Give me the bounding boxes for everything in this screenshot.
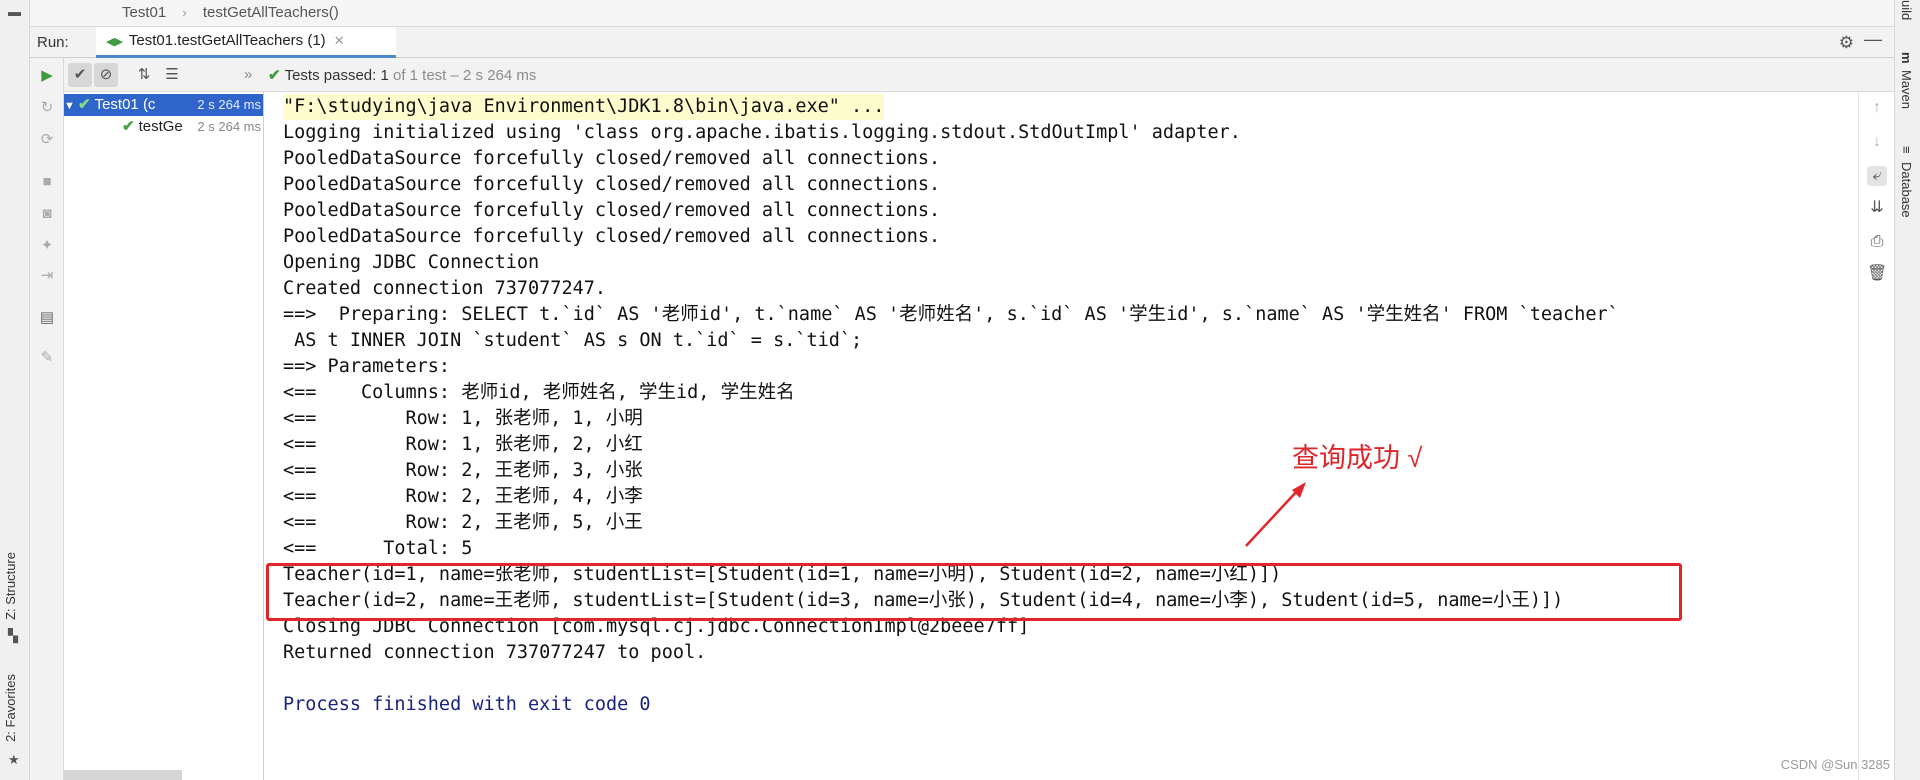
right-tool-stripe: uild m Maven ≡ Database: [1894, 0, 1920, 780]
console-line: ==> Parameters:: [283, 356, 462, 377]
database-icon: ≡: [1899, 146, 1914, 154]
console-line: <== Row: 2, 王老师, 3, 小张: [283, 460, 643, 481]
rerun-icon[interactable]: ▶: [37, 66, 57, 86]
console-line: <== Row: 2, 王老师, 4, 小李: [283, 486, 643, 507]
more-icon[interactable]: »: [236, 63, 260, 87]
run-label: Run:: [37, 34, 69, 51]
console-line: "F:\studying\java Environment\JDK1.8\bin…: [283, 94, 885, 120]
chevron-right-icon: ›: [182, 5, 187, 20]
star-icon: ★: [8, 752, 20, 767]
console-line: Logging initialized using 'class org.apa…: [283, 122, 1241, 143]
check-icon: ✔: [268, 67, 281, 84]
console-toolbar: ↑ ↓ ⤶ ⇊ ⎙ 🗑: [1858, 92, 1894, 780]
run-actions-column: ▶ ↻ ⟳ ■ ◙ ✦ ⇥ ▤ ✎: [30, 58, 64, 780]
tree-item-test-method[interactable]: ✔ testGe 2 s 264 ms: [64, 116, 263, 138]
breadcrumb-item-class[interactable]: Test01: [122, 0, 166, 26]
console-line: <== Row: 1, 张老师, 2, 小红: [283, 434, 643, 455]
watermark: CSDN @Sun 3285: [1780, 757, 1890, 772]
toggle-auto-test-icon[interactable]: ⟳: [37, 130, 57, 150]
run-tab-bar: Run: ◀▶ Test01.testGetAllTeachers (1) ✕ ⚙ …: [30, 27, 1894, 58]
highlight-box: [266, 563, 1682, 621]
breadcrumb-item-method[interactable]: testGetAllTeachers(): [203, 0, 339, 26]
console-line: Opening JDBC Connection: [283, 252, 540, 273]
breadcrumb: Test01 › testGetAllTeachers(): [30, 0, 1894, 27]
run-tab-label: Test01.testGetAllTeachers (1): [128, 32, 326, 49]
maven-tab[interactable]: Maven: [1899, 70, 1914, 109]
tree-item-label: Test01 (c: [94, 96, 156, 113]
dump-threads-icon[interactable]: ✦: [37, 236, 57, 256]
show-passed-icon[interactable]: ✔: [68, 63, 92, 87]
console-line: PooledDataSource forcefully closed/remov…: [283, 174, 941, 195]
test-tree: ▼ ✔ Test01 (c 2 s 264 ms ✔ testGe 2 s 264 m…: [64, 92, 264, 780]
console-line: <== Row: 2, 王老师, 5, 小王: [283, 512, 643, 533]
console-line: PooledDataSource forcefully closed/remov…: [283, 148, 941, 169]
minimize-icon[interactable]: —: [1864, 29, 1882, 50]
tab-run-config[interactable]: ◀▶ Test01.testGetAllTeachers (1) ✕: [96, 27, 396, 58]
tree-item-test-class[interactable]: ▼ ✔ Test01 (c 2 s 264 ms: [64, 94, 263, 116]
scroll-to-end-icon[interactable]: ⇊: [1867, 198, 1887, 218]
tree-item-duration: 2 s 264 ms: [197, 119, 261, 134]
show-ignored-icon[interactable]: ⊘: [94, 63, 118, 87]
left-tool-stripe: ▬ Z: Structure ▚ 2: Favorites ★: [0, 0, 30, 780]
test-toolbar: ✔ ⊘ ⇅ ☰ » ✔ Tests passed: 1 of 1 test – 2…: [64, 58, 1894, 92]
sort-alpha-icon[interactable]: ⇅: [132, 63, 156, 87]
console-line: PooledDataSource forcefully closed/remov…: [283, 226, 941, 247]
console-line: <== Total: 5: [283, 538, 473, 559]
trash-icon[interactable]: 🗑: [1867, 264, 1887, 284]
layout-icon[interactable]: ▤: [37, 308, 57, 328]
chevron-down-icon[interactable]: ▼: [64, 95, 78, 116]
console-line-exit: Process finished with exit code 0: [283, 694, 651, 715]
horizontal-scrollbar[interactable]: [64, 770, 182, 780]
project-icon[interactable]: ▬: [8, 4, 21, 19]
console-line: <== Columns: 老师id, 老师姓名, 学生id, 学生姓名: [283, 382, 795, 403]
settings-icon[interactable]: ⚙: [1839, 33, 1854, 53]
console-line: Created connection 737077247.: [283, 278, 607, 299]
database-tab[interactable]: Database: [1899, 162, 1914, 218]
sort-duration-icon[interactable]: ☰: [160, 63, 184, 87]
arrow-up-icon[interactable]: ↑: [1867, 98, 1887, 118]
favorites-tab[interactable]: 2: Favorites: [3, 674, 18, 742]
soft-wrap-icon[interactable]: ⤶: [1867, 166, 1887, 186]
console-line: ==> Preparing: SELECT t.`id` AS '老师id', …: [283, 304, 1619, 325]
stop-icon[interactable]: ■: [37, 172, 57, 192]
tests-detail: of 1 test – 2 s 264 ms: [392, 67, 537, 84]
check-icon: ✔: [122, 118, 135, 135]
tree-item-label: testGe: [138, 118, 183, 135]
check-icon: ✔: [78, 96, 91, 113]
arrow-down-icon[interactable]: ↓: [1867, 132, 1887, 152]
console-line: PooledDataSource forcefully closed/remov…: [283, 200, 941, 221]
console-output[interactable]: "F:\studying\java Environment\JDK1.8\bin…: [264, 92, 1858, 780]
exit-icon[interactable]: ⇥: [37, 266, 57, 286]
console-line: <== Row: 1, 张老师, 1, 小明: [283, 408, 643, 429]
annotation-arrow: [1245, 482, 1306, 547]
pin-icon[interactable]: ✎: [37, 348, 57, 368]
maven-icon: m: [1899, 52, 1914, 64]
run-config-icon: ◀▶: [106, 36, 123, 48]
console-line: AS t INNER JOIN `student` AS s ON t.`id`…: [283, 330, 863, 351]
structure-icon: ▚: [8, 628, 18, 643]
close-icon[interactable]: ✕: [334, 33, 345, 48]
structure-tab[interactable]: Z: Structure: [3, 552, 18, 620]
print-icon[interactable]: ⎙: [1867, 232, 1887, 252]
console-line: Returned connection 737077247 to pool.: [283, 642, 707, 663]
tree-item-duration: 2 s 264 ms: [197, 97, 261, 112]
tests-passed-label: Tests passed: 1: [284, 67, 389, 84]
build-tab[interactable]: uild: [1899, 0, 1914, 20]
camera-icon[interactable]: ◙: [37, 204, 57, 224]
test-status: ✔ Tests passed: 1 of 1 test – 2 s 264 ms: [268, 66, 536, 84]
rerun-failed-icon[interactable]: ↻: [37, 98, 57, 118]
annotation-text: 查询成功 √: [1292, 443, 1423, 473]
